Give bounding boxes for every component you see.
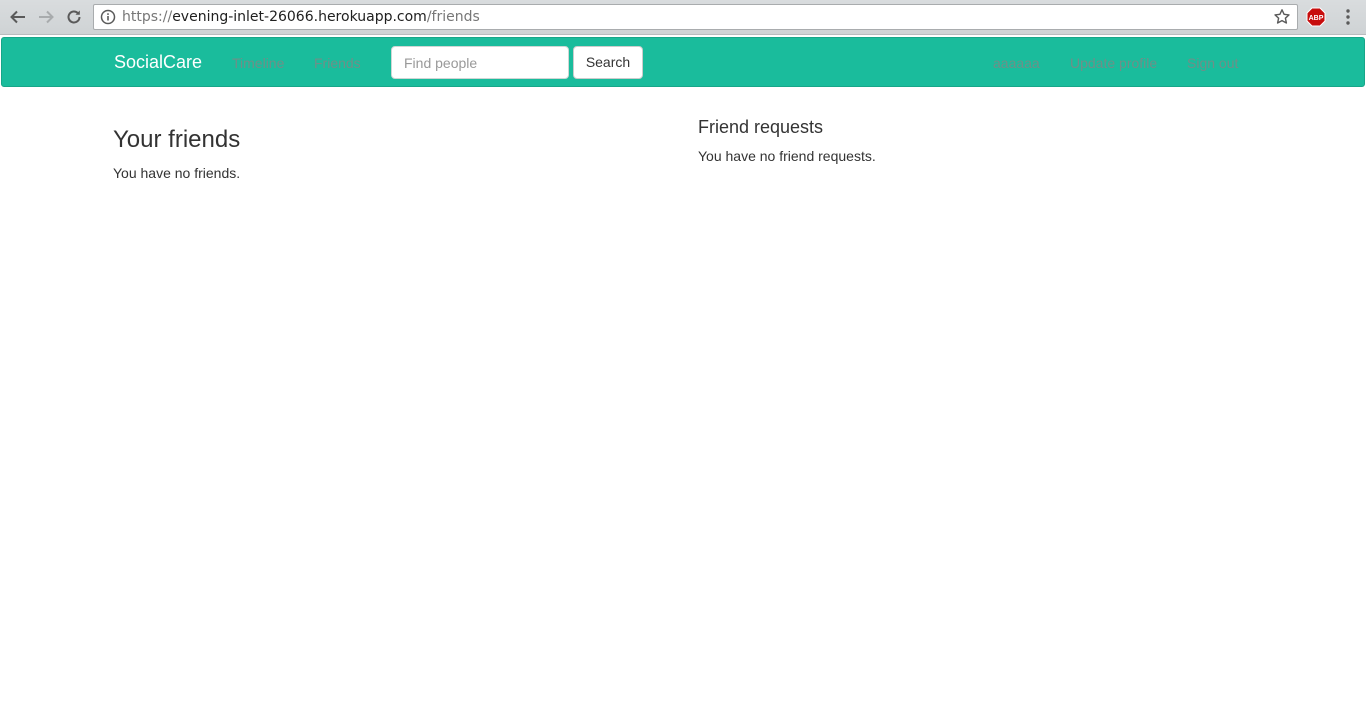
app-navbar: SocialCare Timeline Friends Search aaaaa… (1, 37, 1365, 87)
nav-link-timeline[interactable]: Timeline (232, 54, 284, 72)
more-vert-icon (1346, 9, 1350, 25)
nav-link-sign-out[interactable]: Sign out (1187, 54, 1238, 72)
nav-link-update-profile[interactable]: Update profile (1070, 54, 1157, 72)
nav-link-friends[interactable]: Friends (314, 54, 361, 72)
arrow-left-icon (10, 10, 25, 24)
reload-icon (67, 10, 81, 24)
address-bar[interactable]: https://evening-inlet-26066.herokuapp.co… (93, 4, 1298, 30)
forward-button[interactable] (35, 6, 57, 28)
url-path: /friends (426, 9, 480, 25)
back-button[interactable] (7, 6, 29, 28)
friend-requests-section: Friend requests You have no friend reque… (698, 115, 1258, 166)
url-host: evening-inlet-26066.herokuapp.com (172, 9, 427, 25)
url-scheme: https:// (122, 9, 173, 25)
bookmark-star-icon[interactable] (1273, 8, 1291, 26)
find-people-input[interactable] (391, 46, 569, 79)
friends-section: Your friends You have no friends. (113, 125, 673, 183)
browser-toolbar: https://evening-inlet-26066.herokuapp.co… (0, 0, 1366, 35)
reload-button[interactable] (63, 6, 85, 28)
arrow-right-icon (39, 10, 54, 24)
info-icon[interactable] (100, 9, 116, 25)
adblock-badge-text: ABP (1309, 15, 1324, 22)
adblock-extension-button[interactable]: ABP (1306, 7, 1326, 27)
browser-menu-button[interactable] (1341, 8, 1355, 26)
adblock-icon: ABP (1306, 7, 1326, 27)
url-text: https://evening-inlet-26066.herokuapp.co… (122, 9, 480, 26)
no-friends-text: You have no friends. (113, 165, 241, 181)
friend-requests-heading: Friend requests (698, 117, 824, 137)
brand-link[interactable]: SocialCare (114, 52, 202, 72)
no-requests-text: You have no friend requests. (698, 148, 876, 164)
nav-link-username[interactable]: aaaaaa (993, 54, 1040, 72)
search-button[interactable]: Search (573, 46, 643, 79)
friends-heading: Your friends (113, 126, 241, 153)
